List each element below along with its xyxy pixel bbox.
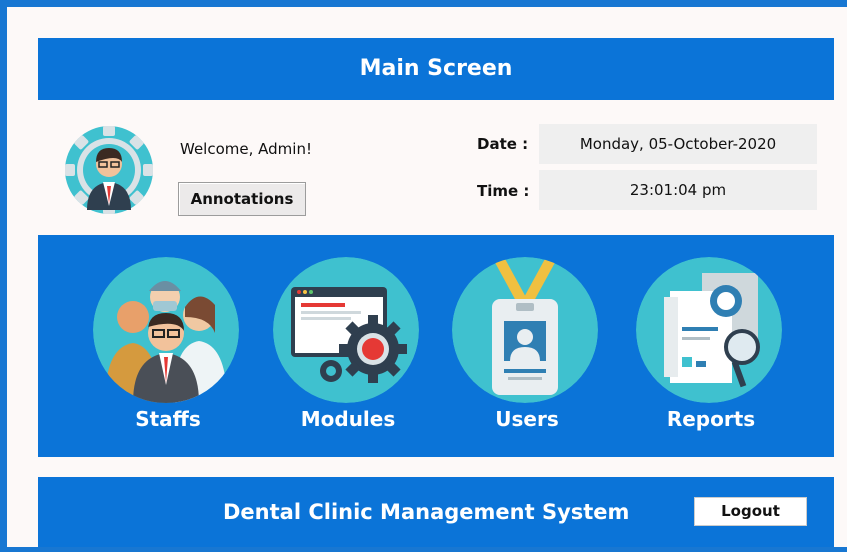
time-label: Time : — [477, 182, 530, 200]
welcome-text: Welcome, Admin! — [180, 140, 312, 158]
reports-tile[interactable]: Reports — [636, 257, 786, 442]
id-badge-icon — [452, 257, 598, 403]
menu-panel: Staffs Modules Users Reports — [38, 235, 834, 457]
users-tile[interactable]: Users — [452, 257, 602, 442]
date-label: Date : — [477, 135, 529, 153]
admin-avatar-icon — [65, 126, 153, 214]
report-document-icon — [636, 257, 782, 403]
modules-gear-icon — [273, 257, 419, 403]
date-value: Monday, 05-October-2020 — [539, 124, 817, 164]
title-bar: Main Screen — [38, 38, 834, 100]
logout-button[interactable]: Logout — [694, 497, 807, 526]
time-value: 23:01:04 pm — [539, 170, 817, 210]
system-title: Dental Clinic Management System — [223, 500, 630, 524]
modules-tile[interactable]: Modules — [273, 257, 423, 442]
page-title: Main Screen — [359, 56, 513, 81]
main-window: Main Screen Welcome, Admin! Annotations … — [0, 0, 847, 552]
footer-bar: Dental Clinic Management System Logout — [38, 477, 834, 547]
modules-label: Modules — [300, 407, 396, 431]
reports-label: Reports — [666, 407, 756, 431]
staffs-tile[interactable]: Staffs — [93, 257, 243, 442]
staff-group-icon — [93, 257, 239, 403]
annotations-button[interactable]: Annotations — [178, 182, 306, 216]
staffs-label: Staffs — [135, 407, 201, 431]
users-label: Users — [495, 407, 559, 431]
